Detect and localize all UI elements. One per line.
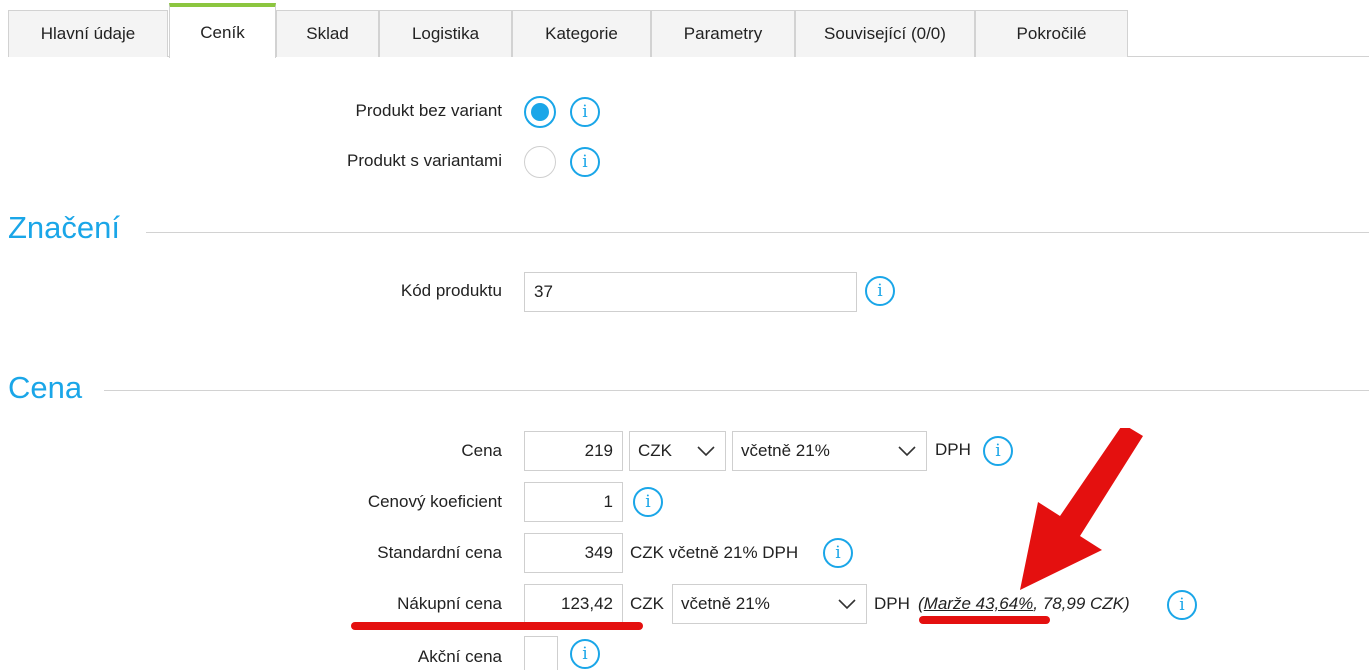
purchase-price-label: Nákupní cena [397,594,502,613]
tab-logistics[interactable]: Logistika [379,10,512,57]
tab-advanced[interactable]: Pokročilé [975,10,1128,57]
info-icon[interactable]: i [570,97,600,127]
price-currency-select[interactable]: CZK [629,431,726,471]
standard-price-input[interactable]: 349 [524,533,623,573]
section-title-price: Cena [8,370,83,405]
info-icon[interactable]: i [865,276,895,306]
info-icon[interactable]: i [570,639,600,669]
annotation-underline [351,622,643,630]
sale-price-input[interactable] [524,636,558,670]
info-icon[interactable]: i [823,538,853,568]
purchase-price-input[interactable]: 123,42 [524,584,623,624]
price-vat-select[interactable]: včetně 21% [732,431,927,471]
coefficient-input[interactable]: 1 [524,482,623,522]
tab-bar: Hlavní údaje Ceník Sklad Logistika Kateg… [8,0,1369,58]
section-title-marking: Značení [8,210,121,245]
annotation-arrow-icon [1020,428,1143,590]
product-code-label: Kód produktu [400,281,502,300]
purchase-price-currency: CZK [630,594,664,613]
tab-parameters[interactable]: Parametry [651,10,795,57]
purchase-vat-suffix: DPH [874,594,910,613]
info-icon[interactable]: i [570,147,600,177]
product-code-input[interactable]: 37 [524,272,857,312]
price-currency-value: CZK [638,441,672,460]
chevron-down-icon [898,446,916,457]
standard-price-label: Standardní cena [377,543,502,562]
variant-without-radio[interactable] [524,96,556,128]
chevron-down-icon [838,599,856,610]
purchase-vat-select[interactable]: včetně 21% [672,584,867,624]
price-label: Cena [461,441,502,460]
price-input[interactable]: 219 [524,431,623,471]
standard-price-suffix: CZK včetně 21% DPH [630,543,799,562]
tab-main-info[interactable]: Hlavní údaje [8,10,168,57]
variant-without-label: Produkt bez variant [355,101,502,120]
coefficient-label: Cenový koeficient [367,492,502,511]
chevron-down-icon [697,446,715,457]
tab-price-list[interactable]: Ceník [169,3,276,58]
variant-with-radio[interactable] [524,146,556,178]
price-vat-value: včetně 21% [741,441,830,460]
purchase-vat-value: včetně 21% [681,594,770,613]
sale-price-label: Akční cena [417,647,502,666]
price-vat-suffix: DPH [935,440,971,459]
section-divider [104,390,1369,391]
info-icon[interactable]: i [1167,590,1197,620]
info-icon[interactable]: i [983,436,1013,466]
info-icon[interactable]: i [633,487,663,517]
tab-stock[interactable]: Sklad [276,10,379,57]
tab-categories[interactable]: Kategorie [512,10,651,57]
variant-with-label: Produkt s variantami [347,151,502,170]
annotation-underline [919,616,1050,624]
section-divider [146,232,1369,233]
tab-related[interactable]: Související (0/0) [795,10,975,57]
